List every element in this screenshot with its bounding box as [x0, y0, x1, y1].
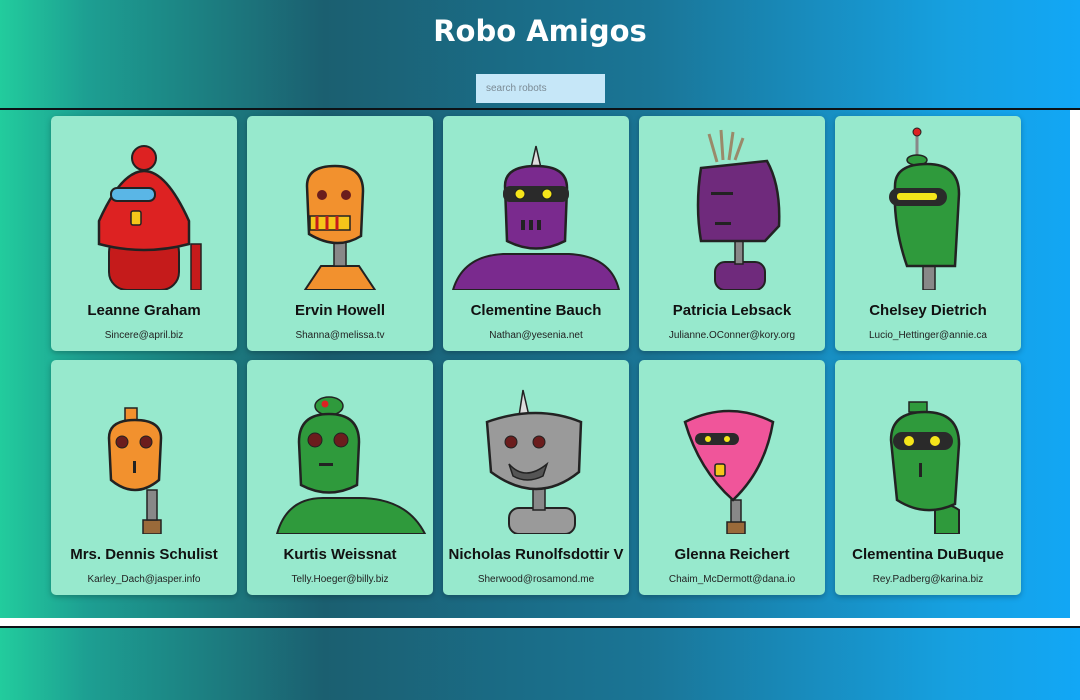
robot-avatar-image: [485, 389, 583, 534]
robot-name: Kurtis Weissnat: [283, 546, 397, 563]
card-grid: Leanne Graham Sincere@april.biz Ervin Ho…: [0, 110, 1070, 626]
robot-avatar-image: [303, 164, 377, 290]
robot-name: Nicholas Runolfsdottir V: [448, 546, 624, 563]
robot-email: Sincere@april.biz: [104, 330, 184, 341]
robot-avatar-image: [696, 129, 781, 290]
robot-avatar-image: [889, 401, 961, 534]
robot-name: Chelsey Dietrich: [869, 302, 987, 319]
robot-name: Ervin Howell: [294, 302, 386, 319]
robot-avatar-image: [451, 145, 621, 290]
robot-card[interactable]: Mrs. Dennis Schulist Karley_Dach@jasper.…: [51, 360, 237, 595]
search-input[interactable]: [476, 74, 605, 103]
robot-email: Karley_Dach@jasper.info: [87, 574, 201, 585]
robot-name: Glenna Reichert: [674, 546, 790, 563]
robot-name: Clementine Bauch: [470, 302, 602, 319]
app-title: Robo Amigos: [433, 14, 647, 48]
robot-card[interactable]: Clementina DuBuque Rey.Padberg@karina.bi…: [835, 360, 1021, 595]
robot-avatar-image: [889, 127, 961, 290]
robot-email: Julianne.OConner@kory.org: [668, 330, 796, 341]
robot-avatar-image: [683, 409, 775, 534]
robot-name: Clementina DuBuque: [852, 546, 1004, 563]
robot-email: Sherwood@rosamond.me: [477, 574, 595, 585]
robot-card[interactable]: Clementine Bauch Nathan@yesenia.net: [443, 116, 629, 351]
robot-name: Patricia Lebsack: [672, 302, 792, 319]
robot-card[interactable]: Chelsey Dietrich Lucio_Hettinger@annie.c…: [835, 116, 1021, 351]
robot-avatar-image: [97, 145, 202, 290]
robot-avatar-image: [107, 407, 163, 534]
robot-name: Leanne Graham: [87, 302, 201, 319]
robot-list-scroll-area[interactable]: Leanne Graham Sincere@april.biz Ervin Ho…: [0, 108, 1080, 628]
robot-card[interactable]: Patricia Lebsack Julianne.OConner@kory.o…: [639, 116, 825, 351]
scroll-area-bottom-edge: [0, 618, 1070, 626]
robot-email: Chaim_McDermott@dana.io: [668, 574, 796, 585]
robot-email: Shanna@melissa.tv: [295, 330, 385, 341]
robot-card[interactable]: Leanne Graham Sincere@april.biz: [51, 116, 237, 351]
robot-name: Mrs. Dennis Schulist: [70, 546, 218, 563]
robot-email: Rey.Padberg@karina.biz: [872, 574, 984, 585]
robot-card[interactable]: Nicholas Runolfsdottir V Sherwood@rosamo…: [443, 360, 629, 595]
robot-card[interactable]: Glenna Reichert Chaim_McDermott@dana.io: [639, 360, 825, 595]
robot-email: Nathan@yesenia.net: [489, 330, 583, 341]
robot-card[interactable]: Ervin Howell Shanna@melissa.tv: [247, 116, 433, 351]
robot-email: Lucio_Hettinger@annie.ca: [868, 330, 987, 341]
robot-email: Telly.Hoeger@billy.biz: [291, 574, 389, 585]
robot-card[interactable]: Kurtis Weissnat Telly.Hoeger@billy.biz: [247, 360, 433, 595]
vertical-scrollbar[interactable]: [1070, 110, 1080, 626]
robot-avatar-image: [275, 396, 427, 534]
